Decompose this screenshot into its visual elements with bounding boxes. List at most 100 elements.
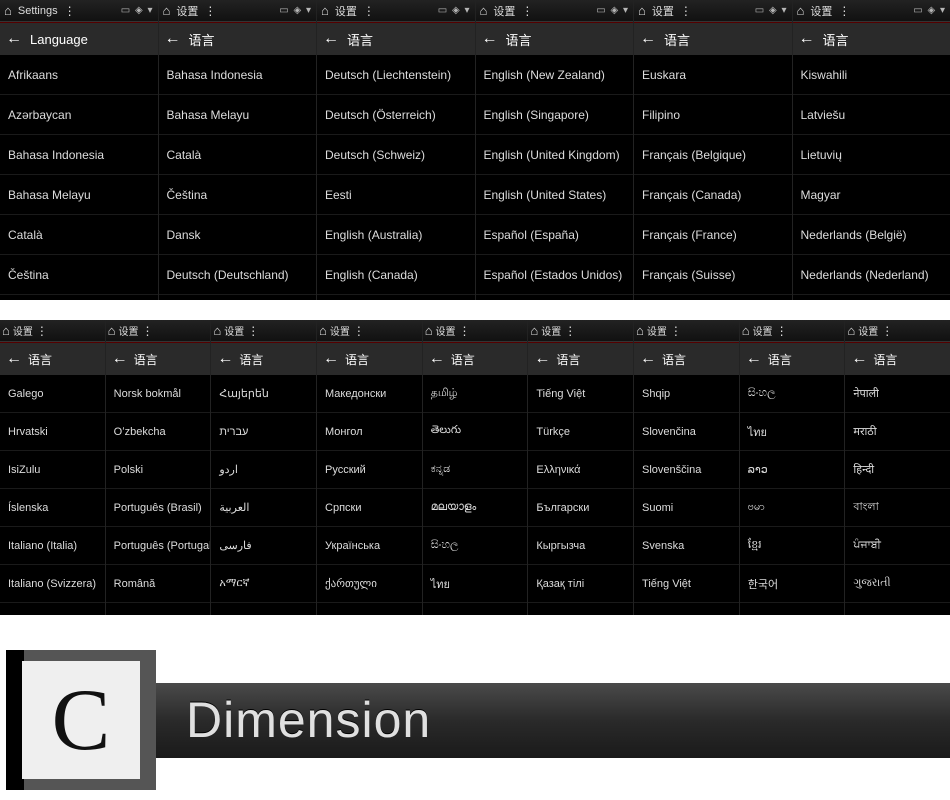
language-item[interactable]: العربية xyxy=(211,489,316,527)
language-item[interactable]: ಕನ್ನಡ xyxy=(423,451,528,489)
menu-dots-icon[interactable]: ⋮ xyxy=(353,324,363,338)
language-item[interactable]: ગુજરાતી xyxy=(845,565,950,603)
language-item[interactable]: Shqip xyxy=(634,375,739,413)
home-icon[interactable]: ⌂ xyxy=(797,3,805,18)
language-item[interactable]: Afrikaans xyxy=(0,55,158,95)
language-list[interactable]: සිංහලไทยລາວဗမာខ្មែរ한국어 xyxy=(740,375,845,615)
language-item[interactable]: Ελληνικά xyxy=(528,451,633,489)
language-list[interactable]: EuskaraFilipinoFrançais (Belgique)França… xyxy=(634,55,792,300)
menu-dots-icon[interactable]: ⋮ xyxy=(838,4,848,18)
language-item[interactable]: አማርኛ xyxy=(211,565,316,603)
language-list[interactable]: ShqipSlovenčinaSlovenščinaSuomiSvenskaTi… xyxy=(634,375,739,615)
language-list[interactable]: தமிழ்తెలుగుಕನ್ನಡമലയാളംසිංහලไทย xyxy=(423,375,528,615)
language-item[interactable]: Español (España) xyxy=(476,215,634,255)
back-icon[interactable]: ← xyxy=(746,350,762,368)
language-item[interactable]: Íslenska xyxy=(0,489,105,527)
language-list[interactable]: МакедонскиМонголРусскийСрпскиУкраїнськаქ… xyxy=(317,375,422,615)
language-item[interactable]: English (United Kingdom) xyxy=(476,135,634,175)
home-icon[interactable]: ⌂ xyxy=(213,323,221,338)
language-item[interactable]: Euskara xyxy=(634,55,792,95)
back-icon[interactable]: ← xyxy=(165,30,181,48)
language-item[interactable]: Español (Estados Unidos) xyxy=(476,255,634,295)
language-item[interactable]: Deutsch (Österreich) xyxy=(317,95,475,135)
language-item[interactable]: Oʻzbekcha xyxy=(106,413,211,451)
language-item[interactable]: Türkçe xyxy=(528,413,633,451)
language-item[interactable]: Latviešu xyxy=(793,95,950,135)
language-item[interactable]: Deutsch (Liechtenstein) xyxy=(317,55,475,95)
language-item[interactable]: Eesti xyxy=(317,175,475,215)
language-item[interactable]: Galego xyxy=(0,375,105,413)
language-item[interactable]: English (Australia) xyxy=(317,215,475,255)
language-item[interactable]: Nederlands (Nederland) xyxy=(793,255,950,295)
language-item[interactable]: Slovenčina xyxy=(634,413,739,451)
language-item[interactable]: اردو xyxy=(211,451,316,489)
language-item[interactable]: বাংলা xyxy=(845,489,950,527)
language-item[interactable]: ဗမာ xyxy=(740,489,845,527)
language-item[interactable]: Dansk xyxy=(159,215,317,255)
back-icon[interactable]: ← xyxy=(429,350,445,368)
home-icon[interactable]: ⌂ xyxy=(2,323,10,338)
language-item[interactable]: नेपाली xyxy=(845,375,950,413)
menu-dots-icon[interactable]: ⋮ xyxy=(142,324,152,338)
home-icon[interactable]: ⌂ xyxy=(638,3,646,18)
language-list[interactable]: KiswahiliLatviešuLietuviųMagyarNederland… xyxy=(793,55,950,300)
language-item[interactable]: ไทย xyxy=(740,413,845,451)
language-item[interactable]: Deutsch (Deutschland) xyxy=(159,255,317,295)
language-item[interactable]: मराठी xyxy=(845,413,950,451)
menu-dots-icon[interactable]: ⋮ xyxy=(680,4,690,18)
language-item[interactable]: Македонски xyxy=(317,375,422,413)
language-item[interactable]: ਪੰਜਾਬੀ xyxy=(845,527,950,565)
language-item[interactable]: Français (Suisse) xyxy=(634,255,792,295)
language-item[interactable]: Suomi xyxy=(634,489,739,527)
language-list[interactable]: Հայերենעבריתاردوالعربيةفارسیአማርኛ xyxy=(211,375,316,615)
language-item[interactable]: ქართული xyxy=(317,565,422,603)
language-item[interactable]: Монгол xyxy=(317,413,422,451)
language-item[interactable]: Кыргызча xyxy=(528,527,633,565)
back-icon[interactable]: ← xyxy=(323,350,339,368)
language-item[interactable]: Svenska xyxy=(634,527,739,565)
menu-dots-icon[interactable]: ⋮ xyxy=(521,4,531,18)
language-item[interactable]: English (Singapore) xyxy=(476,95,634,135)
language-item[interactable]: Català xyxy=(0,215,158,255)
language-item[interactable]: English (United States) xyxy=(476,175,634,215)
language-item[interactable]: Čeština xyxy=(0,255,158,295)
home-icon[interactable]: ⌂ xyxy=(480,3,488,18)
language-item[interactable]: Deutsch (Schweiz) xyxy=(317,135,475,175)
language-item[interactable]: Հայերեն xyxy=(211,375,316,413)
back-icon[interactable]: ← xyxy=(851,350,867,368)
language-item[interactable]: Українська xyxy=(317,527,422,565)
language-item[interactable]: Português (Brasil) xyxy=(106,489,211,527)
language-item[interactable]: Português (Portugal) xyxy=(106,527,211,565)
menu-dots-icon[interactable]: ⋮ xyxy=(247,324,257,338)
language-item[interactable]: Filipino xyxy=(634,95,792,135)
language-item[interactable]: Nederlands (België) xyxy=(793,215,950,255)
menu-dots-icon[interactable]: ⋮ xyxy=(36,324,46,338)
home-icon[interactable]: ⌂ xyxy=(847,323,855,338)
back-icon[interactable]: ← xyxy=(323,30,339,48)
menu-dots-icon[interactable]: ⋮ xyxy=(776,324,786,338)
back-icon[interactable]: ← xyxy=(6,350,22,368)
language-item[interactable]: ខ្មែរ xyxy=(740,527,845,565)
back-icon[interactable]: ← xyxy=(534,350,550,368)
back-icon[interactable]: ← xyxy=(482,30,498,48)
language-item[interactable]: Bahasa Melayu xyxy=(159,95,317,135)
language-list[interactable]: GalegoHrvatskiIsiZuluÍslenskaItaliano (I… xyxy=(0,375,105,615)
language-item[interactable]: മലയാളം xyxy=(423,489,528,527)
home-icon[interactable]: ⌂ xyxy=(108,323,116,338)
home-icon[interactable]: ⌂ xyxy=(163,3,171,18)
language-item[interactable]: فارسی xyxy=(211,527,316,565)
language-list[interactable]: English (New Zealand)English (Singapore)… xyxy=(476,55,634,300)
language-item[interactable]: English (New Zealand) xyxy=(476,55,634,95)
language-item[interactable]: Italiano (Italia) xyxy=(0,527,105,565)
language-item[interactable]: Tiếng Việt xyxy=(528,375,633,413)
language-item[interactable]: Norsk bokmål xyxy=(106,375,211,413)
language-item[interactable]: Српски xyxy=(317,489,422,527)
language-list[interactable]: नेपालीमराठीहिन्दीবাংলাਪੰਜਾਬੀગુજરાતી xyxy=(845,375,950,615)
language-item[interactable]: Kiswahili xyxy=(793,55,950,95)
language-item[interactable]: हिन्दी xyxy=(845,451,950,489)
language-item[interactable]: සිංහල xyxy=(423,527,528,565)
back-icon[interactable]: ← xyxy=(640,30,656,48)
language-list[interactable]: Bahasa IndonesiaBahasa MelayuCatalàČešti… xyxy=(159,55,317,300)
language-item[interactable]: සිංහල xyxy=(740,375,845,413)
language-item[interactable]: Български xyxy=(528,489,633,527)
